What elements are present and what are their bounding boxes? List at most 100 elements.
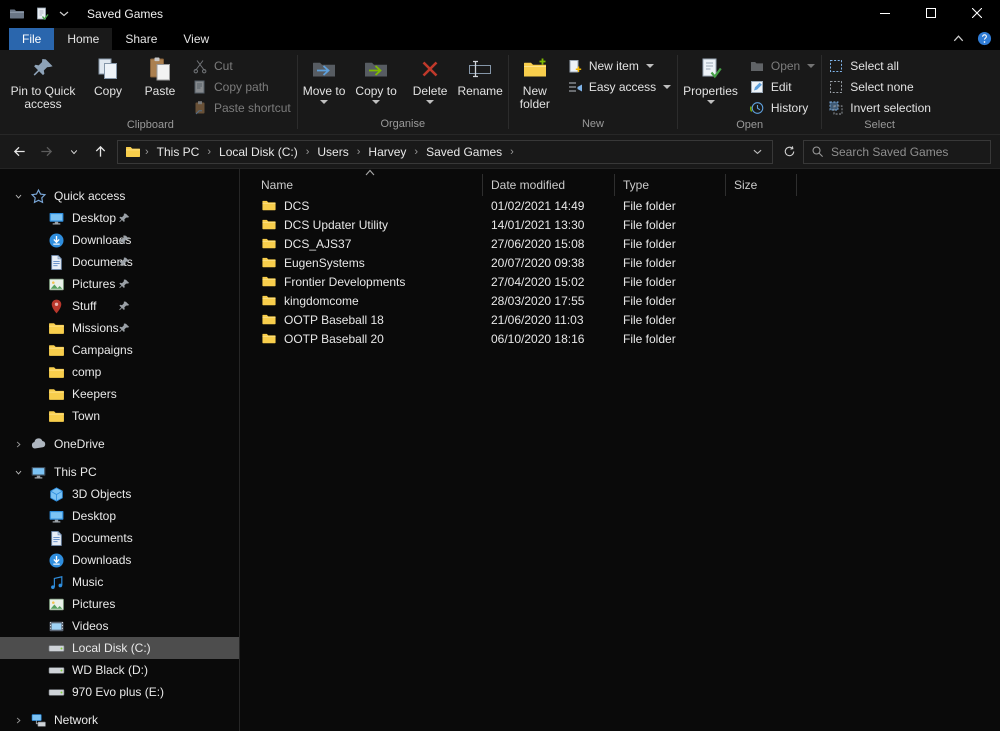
refresh-button[interactable] [776,139,803,165]
forward-button[interactable] [33,139,60,165]
file-row-dcs-updater-utility[interactable]: DCS Updater Utility 14/01/2021 13:30 File … [240,215,1000,234]
file-row-dcs-ajs37[interactable]: DCS_AJS37 27/06/2020 15:08 File folder [240,234,1000,253]
sidebar-item-label: 3D Objects [72,487,132,501]
sidebar-item-pictures[interactable]: Pictures [0,593,239,615]
sidebar-item-music[interactable]: Music [0,571,239,593]
minimize-button[interactable] [862,0,908,28]
sidebar-item-network[interactable]: Network [0,709,239,731]
tab-file[interactable]: File [9,28,55,50]
breadcrumb-item-local-disk-c[interactable]: Local Disk (C:) [212,145,305,159]
select-none-button[interactable]: Select none [822,76,937,97]
chevron-down-icon[interactable] [14,466,28,478]
search-box[interactable] [803,139,991,164]
column-header-name[interactable]: Name [240,174,483,196]
file-name: kingdomcome [284,293,359,308]
file-row-kingdomcome[interactable]: kingdomcome 28/03/2020 17:55 File folder [240,291,1000,310]
folder-icon [261,236,277,251]
up-button[interactable] [87,139,114,165]
minimize-icon [880,7,890,21]
close-button[interactable] [954,0,1000,28]
tab-home[interactable]: Home [54,28,113,50]
paste-shortcut-button[interactable]: Paste shortcut [186,97,297,118]
new-folder-label: New folder [519,84,550,111]
back-button[interactable] [6,139,33,165]
sidebar-item-pictures[interactable]: Pictures [0,273,239,295]
copy-path-button[interactable]: Copy path [186,76,297,97]
file-row-eugensystems[interactable]: EugenSystems 20/07/2020 09:38 File folder [240,253,1000,272]
tab-share[interactable]: Share [112,28,170,50]
chevron-right-icon[interactable] [14,438,28,450]
folder-icon [261,217,277,232]
sidebar-item-videos[interactable]: Videos [0,615,239,637]
chevron-down-icon[interactable] [14,190,28,202]
copy-button[interactable]: Copy [82,52,134,99]
sidebar-item-onedrive[interactable]: OneDrive [0,433,239,455]
sidebar-item-3d-objects[interactable]: 3D Objects [0,483,239,505]
cut-button[interactable]: Cut [186,55,297,76]
sidebar-item-documents[interactable]: Documents [0,251,239,273]
edit-button[interactable]: Edit [743,76,821,97]
properties-button[interactable]: Properties [678,52,743,105]
file-date-modified: 20/07/2020 09:38 [491,255,585,270]
breadcrumb-item-harvey[interactable]: Harvey [361,145,413,159]
edit-icon [749,79,765,95]
address-history-chevron-icon[interactable] [747,149,767,155]
column-header-type[interactable]: Type [615,174,726,196]
sidebar-item-desktop[interactable]: Desktop [0,505,239,527]
invert-selection-button[interactable]: Invert selection [822,97,937,118]
tab-view[interactable]: View [170,28,222,50]
sidebar-item-stuff[interactable]: Stuff [0,295,239,317]
sidebar-item-wd-black-d[interactable]: WD Black (D:) [0,659,239,681]
customize-toolbar-chevron-icon[interactable] [59,10,69,18]
move-to-button[interactable]: Move to [298,52,351,105]
file-row-dcs[interactable]: DCS 01/02/2021 14:49 File folder [240,196,1000,215]
file-row-frontier-developments[interactable]: Frontier Developments 27/04/2020 15:02 Fil… [240,272,1000,291]
new-folder-button[interactable]: New folder [509,52,561,112]
sidebar-item-campaigns[interactable]: Campaigns [0,339,239,361]
column-header-date-modified[interactable]: Date modified [483,174,615,196]
select-all-button[interactable]: Select all [822,55,937,76]
rename-button[interactable]: Rename [452,52,507,99]
column-header-size[interactable]: Size [726,174,797,196]
help-icon[interactable] [977,31,992,46]
sidebar-item-desktop[interactable]: Desktop [0,207,239,229]
sidebar-item-documents[interactable]: Documents [0,527,239,549]
history-button[interactable]: History [743,97,821,118]
chevron-right-icon[interactable] [14,714,28,726]
sidebar-item-missions[interactable]: Missions [0,317,239,339]
paste-button[interactable]: Paste [134,52,186,99]
file-row-ootp-baseball-18[interactable]: OOTP Baseball 18 21/06/2020 11:03 File fol… [240,310,1000,329]
dropdown-caret-icon [663,84,672,89]
collapse-ribbon-icon[interactable] [951,31,966,46]
easy-access-button[interactable]: Easy access [561,76,677,97]
open-button[interactable]: Open [743,55,821,76]
sort-ascending-icon[interactable] [362,169,378,177]
quick-toolbar-properties-icon[interactable] [34,6,50,22]
copy-to-button[interactable]: Copy to [350,52,401,105]
search-input[interactable] [831,144,983,159]
address-bar[interactable]: › This PC › Local Disk (C:) › Users › Harvey › S… [117,139,773,164]
breadcrumb-item-users[interactable]: Users [310,145,355,159]
sidebar-item-local-disk-c[interactable]: Local Disk (C:) [0,637,239,659]
file-row-ootp-baseball-20[interactable]: OOTP Baseball 20 06/10/2020 18:16 File fol… [240,329,1000,348]
sidebar-item-quick-access[interactable]: Quick access [0,185,239,207]
breadcrumb-item-saved-games[interactable]: Saved Games [419,145,509,159]
maximize-button[interactable] [908,0,954,28]
pin-to-quick-access-button[interactable]: Pin to Quick access [4,52,82,112]
sidebar-item-970-evo-plus-e[interactable]: 970 Evo plus (E:) [0,681,239,703]
file-list-pane: Name Date modified Type Size DCS 01/02/2021 … [240,169,1000,731]
sidebar-item-downloads[interactable]: Downloads [0,549,239,571]
new-item-button[interactable]: New item [561,55,677,76]
recent-locations-button[interactable] [60,139,87,165]
sidebar-item-comp[interactable]: comp [0,361,239,383]
delete-button[interactable]: Delete [408,52,453,105]
breadcrumb-item-this-pc[interactable]: This PC [150,145,207,159]
sidebar-item-this-pc[interactable]: This PC [0,461,239,483]
sidebar-item-keepers[interactable]: Keepers [0,383,239,405]
file-explorer-icon [9,6,25,22]
sidebar-item-town[interactable]: Town [0,405,239,427]
sidebar-item-downloads[interactable]: Downloads [0,229,239,251]
pin-icon [118,322,131,335]
downloads-icon [48,552,65,569]
breadcrumb-separator-icon[interactable]: › [509,146,515,158]
